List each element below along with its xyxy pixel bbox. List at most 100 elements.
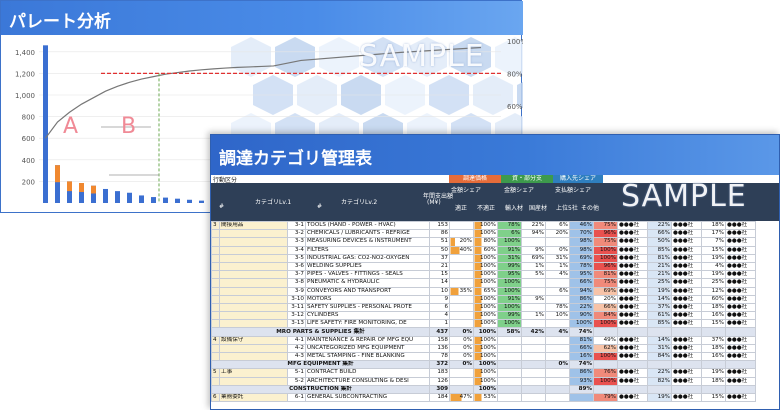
cell-a: [449, 270, 474, 280]
cell-f: 94%: [569, 286, 594, 296]
cell-description: PNEUMATIC & HYDRAULIC: [305, 278, 430, 288]
cell-a: [449, 220, 474, 231]
cell-supplier: ●●●社: [617, 245, 648, 255]
cell-j: 19%: [701, 270, 726, 280]
table-row: 6 業務委託 6-1 GENERAL SUBCONTRACTING 184 47% 53% 7…: [211, 392, 756, 403]
cell-c: 99%: [497, 261, 522, 272]
pareto-bar: [151, 197, 156, 203]
cell-group-no: [211, 286, 220, 296]
cell-description: FILTERS: [305, 245, 430, 255]
cell-i: 19%: [647, 286, 672, 296]
pareto-bar-accent: [55, 165, 60, 183]
cell-i: 37%: [647, 302, 672, 313]
cell-supplier: ●●●社: [617, 319, 648, 329]
pareto-bar: [187, 199, 192, 203]
cell-e: [545, 278, 570, 288]
cell-code: 4-3: [287, 351, 306, 362]
cell-description: GENERAL SUBCONTRACTING: [305, 392, 430, 403]
cell-supplier-3: ●●●社: [725, 270, 756, 280]
cell-j: 18%: [701, 343, 726, 354]
cell-a: [449, 368, 474, 378]
cell-d: [521, 335, 546, 345]
cell-code: 3-9: [287, 286, 306, 296]
cell-supplier: ●●●社: [617, 343, 648, 354]
cell-g: 100%: [593, 319, 618, 329]
cell-j: 17%: [701, 229, 726, 239]
cell-supplier-2: ●●●社: [671, 286, 702, 296]
screenshot-root: パレート分析 1,4001,2001,000800600400200100%80…: [0, 0, 780, 410]
cell-e: 6%: [545, 220, 570, 231]
cell-d: 1%: [521, 261, 546, 272]
table-row: 3-12 CYLINDERS 4 100% 99% 1% 10% 90% 84% ●●●社 61% ●…: [211, 311, 756, 321]
cell-description: CONVEYORS AND TRANSPORT: [305, 286, 430, 296]
cell-spend: 50: [429, 245, 450, 255]
procurement-panel: 調達カテゴリ管理表 行動区分 調達価格 資・部分支 購入先シェア # カテゴリL…: [210, 134, 780, 410]
col-category-lv2: カテゴリLv.2: [341, 199, 378, 206]
cell-supplier-2: ●●●社: [671, 376, 702, 386]
cell-supplier-2: ●●●社: [671, 351, 702, 362]
pareto-bar: [43, 45, 48, 203]
cell-j: 37%: [701, 335, 726, 345]
cell-b: 80%: [473, 237, 498, 247]
cell-group-name: [219, 302, 288, 313]
cell-code: 3-6: [287, 261, 306, 272]
cell-j: 12%: [701, 286, 726, 296]
cell-b: 100%: [473, 335, 498, 345]
cell-description: UNCATEGORIZED MFG EQUIPMENT: [305, 343, 430, 354]
cell-f: 70%: [569, 229, 594, 239]
subtotal-a: 0%: [449, 360, 474, 370]
y-tick-label: 600: [22, 135, 35, 143]
cell-spend: 1: [429, 319, 450, 329]
cell-c: 91%: [497, 294, 522, 304]
cell-b: 100%: [473, 319, 498, 329]
cell-d: 69%: [521, 253, 546, 263]
col-hash-2: #: [317, 203, 323, 210]
cell-g: 76%: [593, 368, 618, 378]
cell-i: 50%: [647, 237, 672, 247]
cell-supplier-3: ●●●社: [725, 392, 756, 403]
cell-c: 31%: [497, 253, 522, 263]
group2-sub: 金額シェア: [504, 187, 535, 194]
col-d: 国産材: [529, 205, 548, 212]
cell-e: 4%: [545, 270, 570, 280]
cell-group-name: 設備保守: [219, 335, 288, 345]
subtotal-label: MFG EQUIPMENT 集計: [211, 360, 430, 370]
procurement-watermark: SAMPLE: [621, 179, 747, 214]
subtotal-d: [521, 360, 546, 370]
cell-supplier-3: ●●●社: [725, 220, 756, 231]
cell-group-name: 間接用品: [219, 220, 288, 231]
cell-spend: 158: [429, 335, 450, 345]
label-a: A: [63, 114, 78, 139]
table-row: 3-5 INDUSTRIAL GAS: CO2-NO2-OXYGEN 37 100% 3…: [211, 253, 756, 263]
col-category-lv1: カテゴリLv.1: [255, 199, 292, 206]
cell-supplier-2: ●●●社: [671, 270, 702, 280]
subtotal-c: [497, 384, 522, 394]
cell-group-no: [211, 343, 220, 354]
cell-supplier-3: ●●●社: [725, 237, 756, 247]
subtotal-e: 4%: [545, 327, 570, 337]
cell-j: 18%: [701, 220, 726, 231]
cell-group-no: [211, 319, 220, 329]
cell-supplier-3: ●●●社: [725, 302, 756, 313]
table-row: 3-7 PIPES - VALVES - FITTINGS - SEALS 15 10…: [211, 270, 756, 280]
cell-supplier: ●●●社: [617, 335, 648, 345]
cell-code: 5-1: [287, 368, 306, 378]
col-e: 上位5社: [556, 205, 578, 212]
cell-group-no: [211, 294, 220, 304]
cell-b: 100%: [473, 220, 498, 231]
cell-e: 6%: [545, 286, 570, 296]
hex-decoration: [275, 37, 315, 77]
y-tick-label: 200: [22, 178, 35, 186]
cell-f: [569, 392, 594, 403]
cell-code: 3-11: [287, 302, 306, 313]
subtotal-empty: [701, 327, 726, 337]
cell-e: [545, 319, 570, 329]
subtotal-empty: [701, 360, 726, 370]
cell-e: [545, 392, 570, 403]
cell-group-name: 業務委託: [219, 392, 288, 403]
cell-supplier-2: ●●●社: [671, 220, 702, 231]
cell-d: [521, 368, 546, 378]
y-tick-label: 1,200: [15, 70, 35, 78]
cell-j: 15%: [701, 245, 726, 255]
cell-g: 81%: [593, 270, 618, 280]
